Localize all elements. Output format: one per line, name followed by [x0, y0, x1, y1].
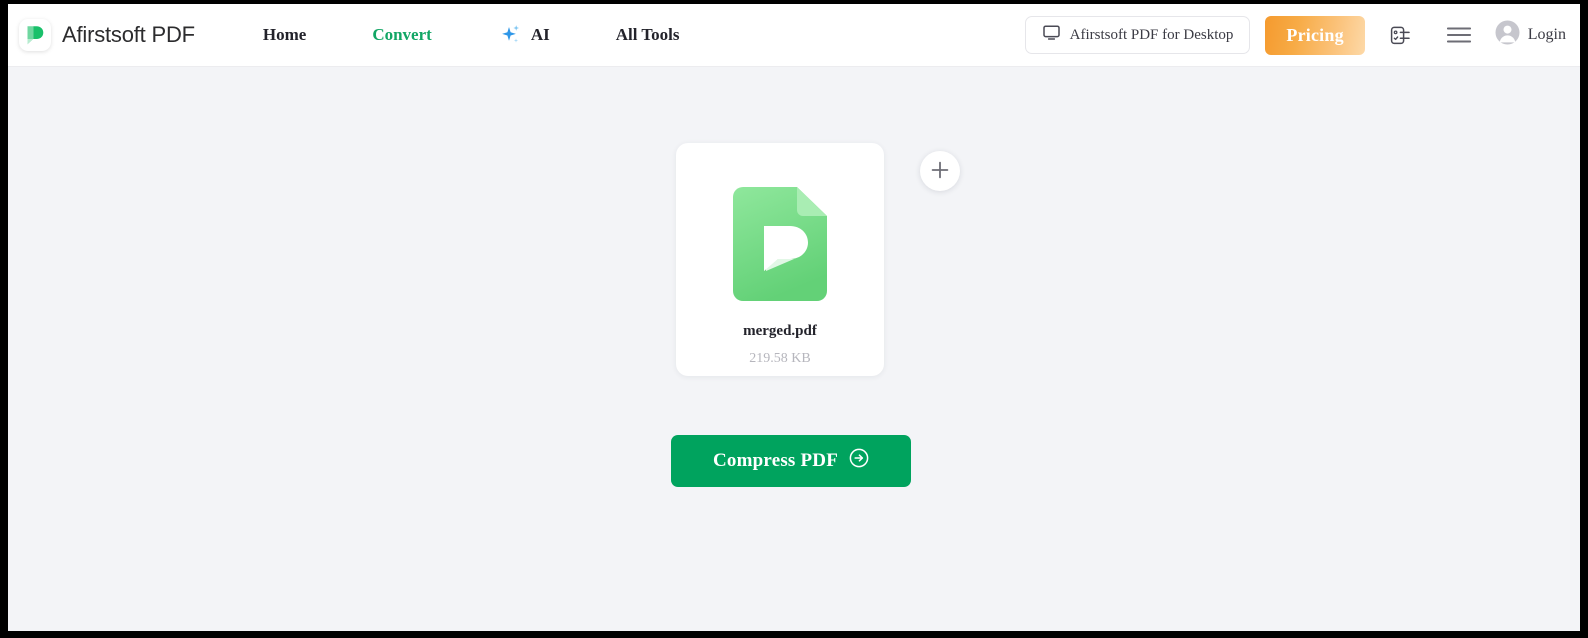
desktop-app-label: Afirstsoft PDF for Desktop [1069, 26, 1234, 43]
login-label: Login [1527, 26, 1566, 43]
nav-item-convert[interactable]: Convert [339, 25, 464, 45]
site-header: Afirstsoft PDF Home Convert AI All Tools… [8, 4, 1580, 67]
header-actions: Afirstsoft PDF for Desktop Pricing Login [1024, 13, 1566, 57]
nav-item-all-tools[interactable]: All Tools [583, 25, 713, 45]
nav-label-home: Home [262, 25, 307, 44]
nav-item-ai[interactable]: AI [465, 22, 583, 48]
compress-pdf-label: Compress PDF [712, 450, 838, 471]
add-file-button[interactable] [920, 151, 960, 191]
plus-icon [930, 160, 950, 183]
pdf-file-icon [731, 185, 829, 303]
pricing-button[interactable]: Pricing [1265, 15, 1365, 55]
nav-item-home[interactable]: Home [230, 25, 339, 45]
monitor-icon [1042, 23, 1061, 47]
file-zone: merged.pdf 219.58 KB [676, 143, 960, 376]
afirstsoft-leaf-logo-icon [19, 19, 51, 51]
nav-label-ai: AI [530, 25, 550, 44]
main-content: merged.pdf 219.58 KB Compress PDF [8, 67, 1580, 630]
main-navigation: Home Convert AI All Tools [230, 22, 713, 48]
file-name: merged.pdf [743, 323, 817, 339]
nav-label-convert: Convert [372, 25, 432, 44]
nav-label-all-tools: All Tools [615, 25, 680, 44]
user-avatar-icon [1495, 20, 1520, 50]
brand[interactable]: Afirstsoft PDF [19, 19, 195, 51]
desktop-app-button[interactable]: Afirstsoft PDF for Desktop [1024, 16, 1251, 54]
file-card[interactable]: merged.pdf 219.58 KB [676, 143, 884, 376]
sparkle-icon [498, 22, 524, 48]
compress-pdf-button[interactable]: Compress PDF [671, 435, 911, 487]
brand-name: Afirstsoft PDF [62, 22, 195, 47]
app-window: Afirstsoft PDF Home Convert AI All Tools… [8, 4, 1580, 631]
hamburger-menu-icon[interactable] [1437, 13, 1481, 57]
login-button[interactable]: Login [1495, 20, 1566, 50]
checklist-icon[interactable] [1379, 13, 1423, 57]
file-size: 219.58 KB [749, 351, 811, 366]
arrow-right-circle-icon [849, 448, 869, 474]
